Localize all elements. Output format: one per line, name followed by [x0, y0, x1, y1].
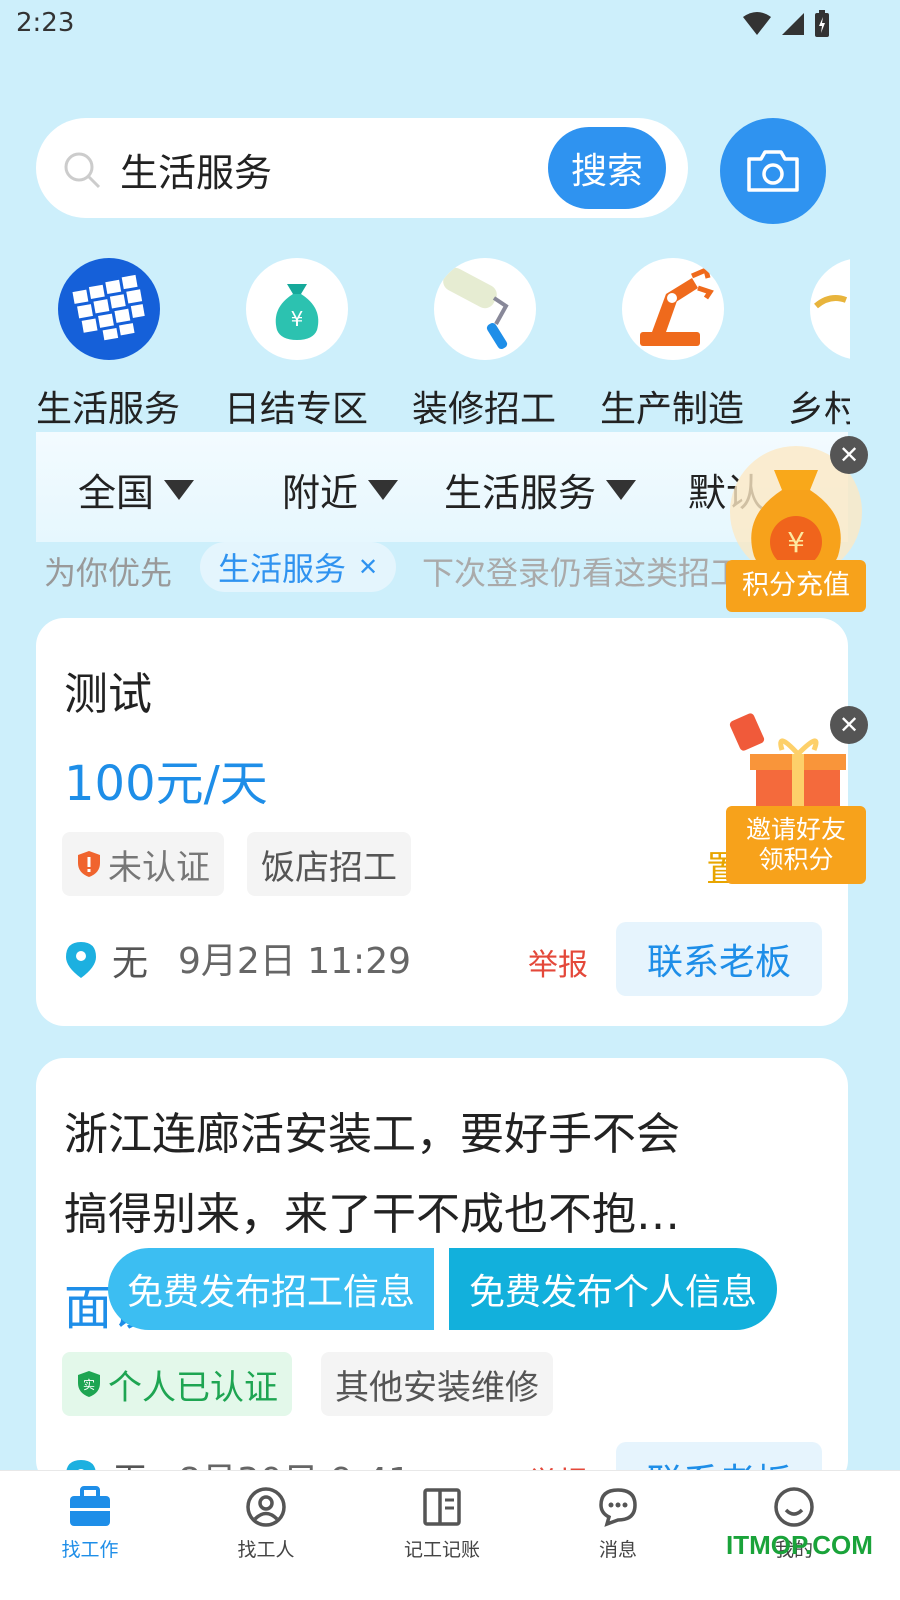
chip-label: 饭店招工	[261, 847, 397, 888]
chat-icon	[594, 1483, 642, 1531]
preference-prefix: 为你优先	[44, 554, 173, 592]
ledger-icon	[418, 1483, 466, 1531]
signal-icon	[782, 13, 804, 35]
close-icon[interactable]: ✕	[358, 553, 378, 581]
grid-tiles-icon	[58, 258, 160, 360]
preference-tag[interactable]: 生活服务 ✕	[200, 542, 397, 592]
status-icons	[742, 10, 830, 38]
location-pin-icon	[66, 942, 96, 978]
category-row: 生活服务 ¥ 日结专区 装修招工 生产制造 乡村	[0, 258, 850, 428]
job-type-tag: 其他安装维修	[321, 1352, 553, 1416]
nav-messages[interactable]: 消息	[528, 1471, 708, 1600]
dropdown-arrow-icon	[606, 479, 637, 500]
nav-label: 记工记账	[403, 1539, 480, 1561]
category-label: 生活服务	[36, 389, 181, 428]
money-bag-icon: ¥	[246, 258, 348, 360]
briefcase-icon	[66, 1483, 114, 1531]
job-title-line-2: 搞得别来，来了干不成也不抱…	[64, 1189, 680, 1240]
filter-nearby[interactable]: 附近	[282, 462, 399, 517]
preference-note: 下次登录仍看这类招工	[422, 554, 743, 592]
nav-find-worker[interactable]: 找工人	[176, 1471, 356, 1600]
search-icon	[64, 152, 101, 189]
search-button[interactable]: 搜索	[548, 127, 666, 209]
status-badge: 未认证	[62, 832, 224, 896]
category-label: 生产制造	[600, 389, 745, 428]
invite-line-2: 领积分	[758, 845, 834, 874]
robot-arm-icon	[622, 258, 724, 360]
search-input[interactable]: 生活服务	[120, 142, 272, 197]
invite-friends-label: 邀请好友 领积分	[726, 806, 866, 884]
filter-category-label: 生活服务	[444, 471, 597, 515]
svg-text:实: 实	[83, 1377, 95, 1392]
job-title-line-1: 浙江连廊活安装工，要好手不会	[64, 1109, 680, 1160]
invite-friends-widget[interactable]: ✕ 邀请好友 领积分	[726, 706, 868, 884]
location-text: 无	[112, 943, 149, 984]
dropdown-arrow-icon	[164, 479, 195, 500]
preference-tag-label: 生活服务	[218, 550, 347, 588]
camera-button[interactable]	[720, 118, 826, 224]
nav-label: 消息	[598, 1539, 637, 1561]
category-label: 乡村	[788, 389, 850, 428]
nav-find-job[interactable]: 找工作	[0, 1471, 180, 1600]
status-badge: 实 个人已认证	[62, 1352, 292, 1416]
post-personal-button[interactable]: 免费发布个人信息	[449, 1248, 777, 1330]
status-bar: 2:23	[0, 0, 900, 50]
contact-boss-button[interactable]: 联系老板	[616, 922, 822, 996]
chip-label: 未认证	[108, 847, 210, 888]
filter-nearby-label: 附近	[282, 471, 359, 515]
job-location: 无	[64, 934, 148, 986]
filter-region-label: 全国	[78, 471, 155, 515]
filter-region[interactable]: 全国	[78, 462, 195, 517]
chip-label: 其他安装维修	[335, 1367, 539, 1408]
close-icon[interactable]: ✕	[830, 706, 868, 744]
nav-label: 找工人	[237, 1539, 295, 1561]
category-label: 装修招工	[412, 389, 557, 428]
svg-text:¥: ¥	[787, 526, 805, 559]
smile-icon	[770, 1483, 818, 1531]
verified-shield-icon: 实	[78, 1371, 100, 1397]
chip-label: 个人已认证	[108, 1367, 278, 1408]
job-salary: 100元/天	[64, 756, 268, 812]
battery-icon	[815, 10, 829, 37]
nav-ledger[interactable]: 记工记账	[352, 1471, 532, 1600]
person-icon	[242, 1483, 290, 1531]
filter-category[interactable]: 生活服务	[444, 462, 637, 517]
points-recharge-label: 积分充值	[726, 560, 866, 612]
search-bar[interactable]: 生活服务 搜索	[36, 118, 688, 218]
dropdown-arrow-icon	[368, 479, 399, 500]
invite-line-1: 邀请好友	[745, 815, 846, 844]
post-recruit-button[interactable]: 免费发布招工信息	[108, 1248, 434, 1330]
preference-row: 为你优先 生活服务 ✕ 下次登录仍看这类招工	[44, 542, 764, 592]
job-title: 测试	[64, 669, 152, 720]
svg-text:¥: ¥	[291, 307, 304, 331]
nav-label: 找工作	[61, 1539, 119, 1561]
job-time: 9月2日 11:29	[178, 941, 411, 982]
job-type-tag: 饭店招工	[247, 832, 411, 896]
status-time: 2:23	[16, 8, 75, 38]
paint-roller-icon	[434, 258, 536, 360]
category-label: 日结专区	[224, 389, 369, 428]
shield-warning-icon	[78, 851, 100, 877]
wheat-icon	[810, 258, 850, 360]
points-recharge-widget[interactable]: ¥ ✕ 积分充值	[726, 436, 868, 612]
camera-icon	[747, 150, 799, 192]
close-icon[interactable]: ✕	[830, 436, 868, 474]
watermark: ITMOP.COM	[726, 1530, 873, 1560]
report-link[interactable]: 举报	[528, 940, 588, 984]
wifi-icon	[743, 12, 771, 35]
